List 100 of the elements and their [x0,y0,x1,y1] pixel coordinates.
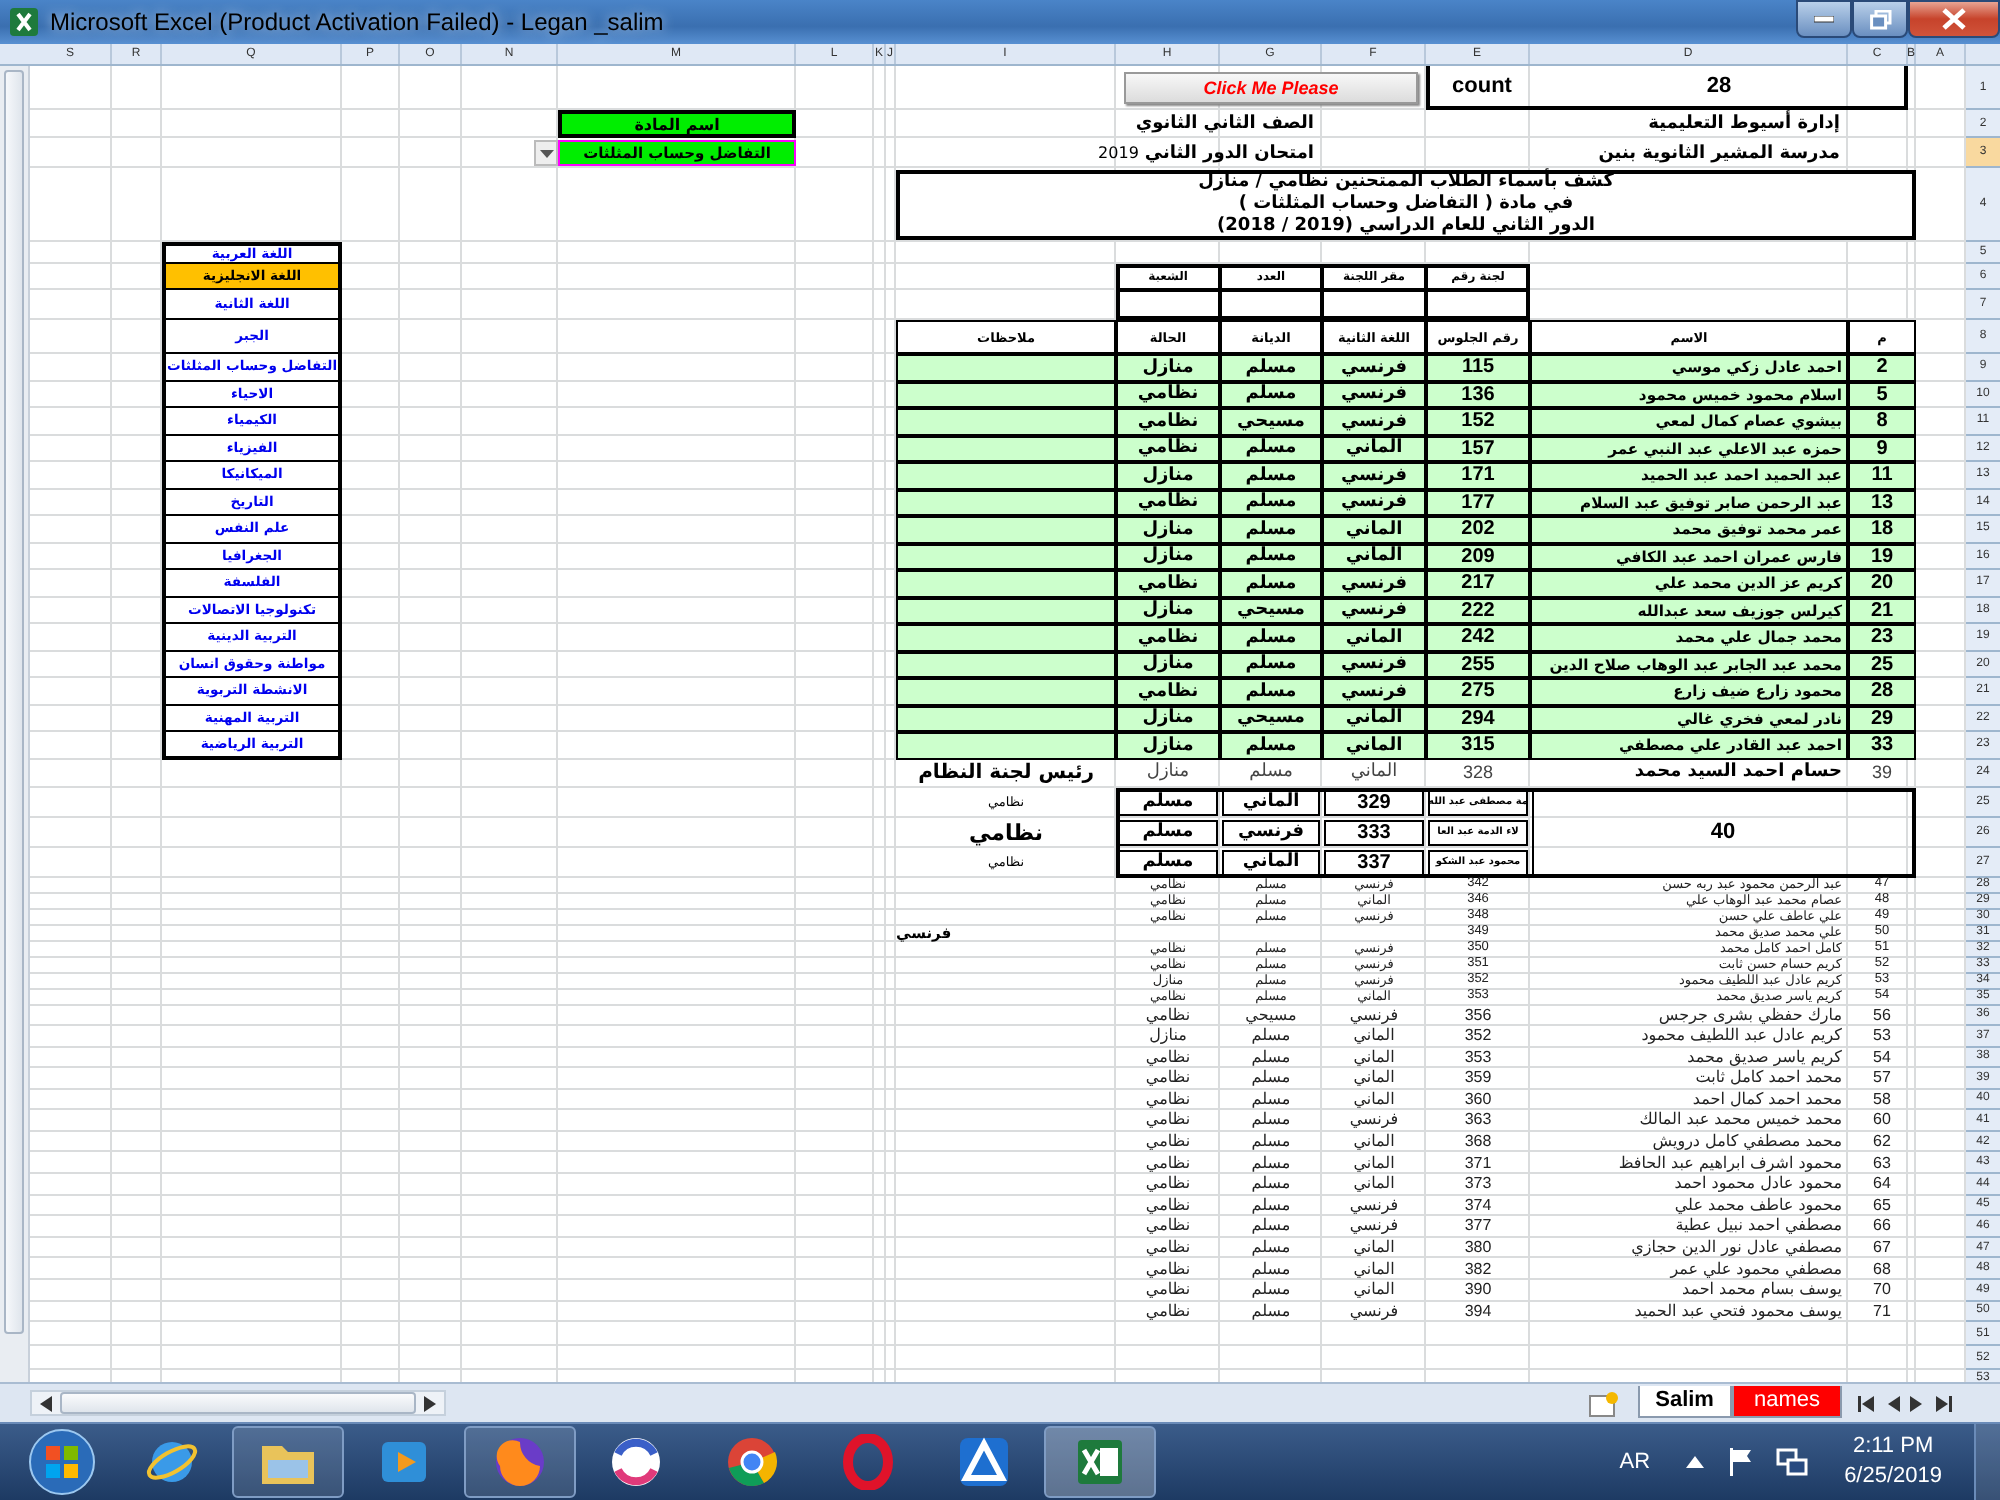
name-cell-text: محمد احمد كامل ثابت [1693,1068,1844,1090]
seat-cell: 202 [1426,516,1530,543]
language-cell-text: الماني [1351,1279,1397,1302]
status-cell-text: نظامي [1143,1173,1193,1196]
language-cell-text: الماني [1351,1026,1397,1047]
language-cell-text: الماني [1348,760,1400,786]
close-icon [1942,8,1966,30]
language-cell-text: الماني [1351,1173,1397,1196]
dropdown-button[interactable] [534,140,558,166]
empty-cell [1116,290,1220,320]
vertical-scrollbar[interactable] [0,66,30,1382]
row-number-cell-text: 54 [1871,1047,1893,1068]
row-number-cell-text: 66 [1871,1216,1893,1238]
seat-cell-text: 371 [1462,1152,1494,1174]
religion-cell: مسلم [1118,849,1218,875]
taskbar-button[interactable] [1044,1426,1156,1498]
language-cell-text: الماني [1351,1152,1397,1174]
status-cell: نظامي [1116,624,1220,651]
up-arrow-icon[interactable] [1686,1456,1705,1468]
row-number-cell-text: 56 [1871,1005,1893,1026]
network-icon[interactable] [1776,1448,1809,1476]
row-number-cell-text: 58 [1871,1089,1893,1111]
row-number-cell: 21 [1848,597,1916,624]
religion-cell: مسلم [1118,789,1218,815]
clock-time[interactable]: 2:11 PM [1852,1432,1934,1462]
language-cell: فرنسي [1322,381,1426,408]
seat-cell: 255 [1426,651,1530,678]
language-cell-text: الماني [1351,1068,1397,1090]
seat-cell: 294 [1426,705,1530,732]
clock-date[interactable]: 6/25/2019 [1844,1462,1942,1492]
seat-cell: 209 [1426,543,1530,570]
seat-cell-text: 377 [1462,1216,1494,1238]
row-number-cell-text: 62 [1871,1131,1893,1153]
status-cell-text: نظامي [1143,1237,1193,1259]
religion-cell-text: مسلم [1249,1279,1293,1302]
language-cell-text: الماني [1351,1047,1397,1068]
religion-cell-text: مسلم [1249,1301,1293,1323]
seat-cell-text: 328 [1460,760,1496,786]
religion-cell: مسلم [1220,489,1322,516]
previous-sheet-icon[interactable] [1884,1395,1900,1411]
religion-cell: مسلم [1220,435,1322,462]
religion-cell: مسلم [1220,462,1322,489]
row-number-cell: 2 [1848,354,1916,381]
religion-cell: مسيحي [1220,597,1322,624]
status-cell-text: نظامي [1143,1195,1193,1217]
row-number-cell: 5 [1848,381,1916,408]
language-indicator[interactable]: AR [1619,1450,1651,1474]
language-cell: فرنسي [1322,597,1426,624]
status-cell: منازل [1116,597,1220,624]
row-number-cell: 13 [1848,489,1916,516]
language-cell-text: فرنسي [1347,1195,1401,1217]
seat-cell-text: 353 [1462,1047,1494,1068]
next-sheet-icon[interactable] [1910,1395,1926,1411]
religion-cell-text: مسلم [1249,1131,1293,1153]
next-sheet-icon[interactable] [1936,1395,1952,1411]
previous-sheet-icon[interactable] [1858,1395,1874,1411]
sheet-tab[interactable]: Salim [1637,1385,1732,1417]
spreadsheet-icon [8,6,40,38]
religion-cell-text: مسلم [1247,760,1295,786]
row-number-cell: 19 [1848,543,1916,570]
seat-cell-text: 380 [1462,1237,1494,1259]
restore-button[interactable] [1852,0,1908,38]
start-orb-icon [28,1428,96,1496]
close-button[interactable] [1908,0,2000,38]
seat-cell-text: 356 [1462,1005,1494,1026]
restore-icon [1869,9,1891,29]
religion-cell: مسلم [1220,381,1322,408]
seat-cell: 217 [1426,570,1530,597]
row-number-cell: 8 [1848,408,1916,435]
horizontal-scrollbar[interactable] [30,1390,446,1416]
row-number-cell: 23 [1848,624,1916,651]
status-cell: نظامي [1116,408,1220,435]
minimize-button[interactable] [1796,0,1852,38]
seat-cell: 222 [1426,597,1530,624]
language-cell-text: الماني [1351,1131,1397,1153]
scroll-thumb[interactable] [60,1392,416,1414]
seat-cell: 333 [1324,819,1424,845]
religion-cell: مسلم [1220,543,1322,570]
language-cell: فرنسي [1222,819,1320,845]
language-cell: الماني [1322,435,1426,462]
name-cell-text: يوسف محمود فتحي عبد الحميد [1632,1301,1844,1323]
row-number-cell: 11 [1848,462,1916,489]
language-cell-text: فرنسي [1347,1301,1401,1323]
row-number-cell: 20 [1848,570,1916,597]
name-cell-text: محمد احمد كمال احمد [1690,1089,1844,1111]
flag-icon[interactable] [1728,1448,1753,1476]
name-cell-text: يوسف بسام محمد احمد [1680,1279,1844,1302]
sheet-tab[interactable]: names [1731,1385,1842,1417]
name-cell-text: محمود اشرف ابراهيم عبد الحافظ [1616,1152,1844,1174]
directorate-text: إدارة أسيوط التعليمية [1646,110,1842,138]
status-cell: منازل [1116,543,1220,570]
left-arrow-icon [40,1395,52,1411]
status-cell: نظامي [1116,678,1220,705]
taskbar-button[interactable] [232,1426,344,1498]
religion-cell-text: مسلم [1249,1047,1293,1068]
seat-cell-text: 360 [1462,1089,1494,1111]
name-cell-text: مصطفي محمود علي عمر [1667,1258,1844,1280]
religion-cell: مسلم [1220,516,1322,543]
language-cell: فرنسي [1322,678,1426,705]
new-sheet-icon[interactable] [1585,1389,1622,1417]
